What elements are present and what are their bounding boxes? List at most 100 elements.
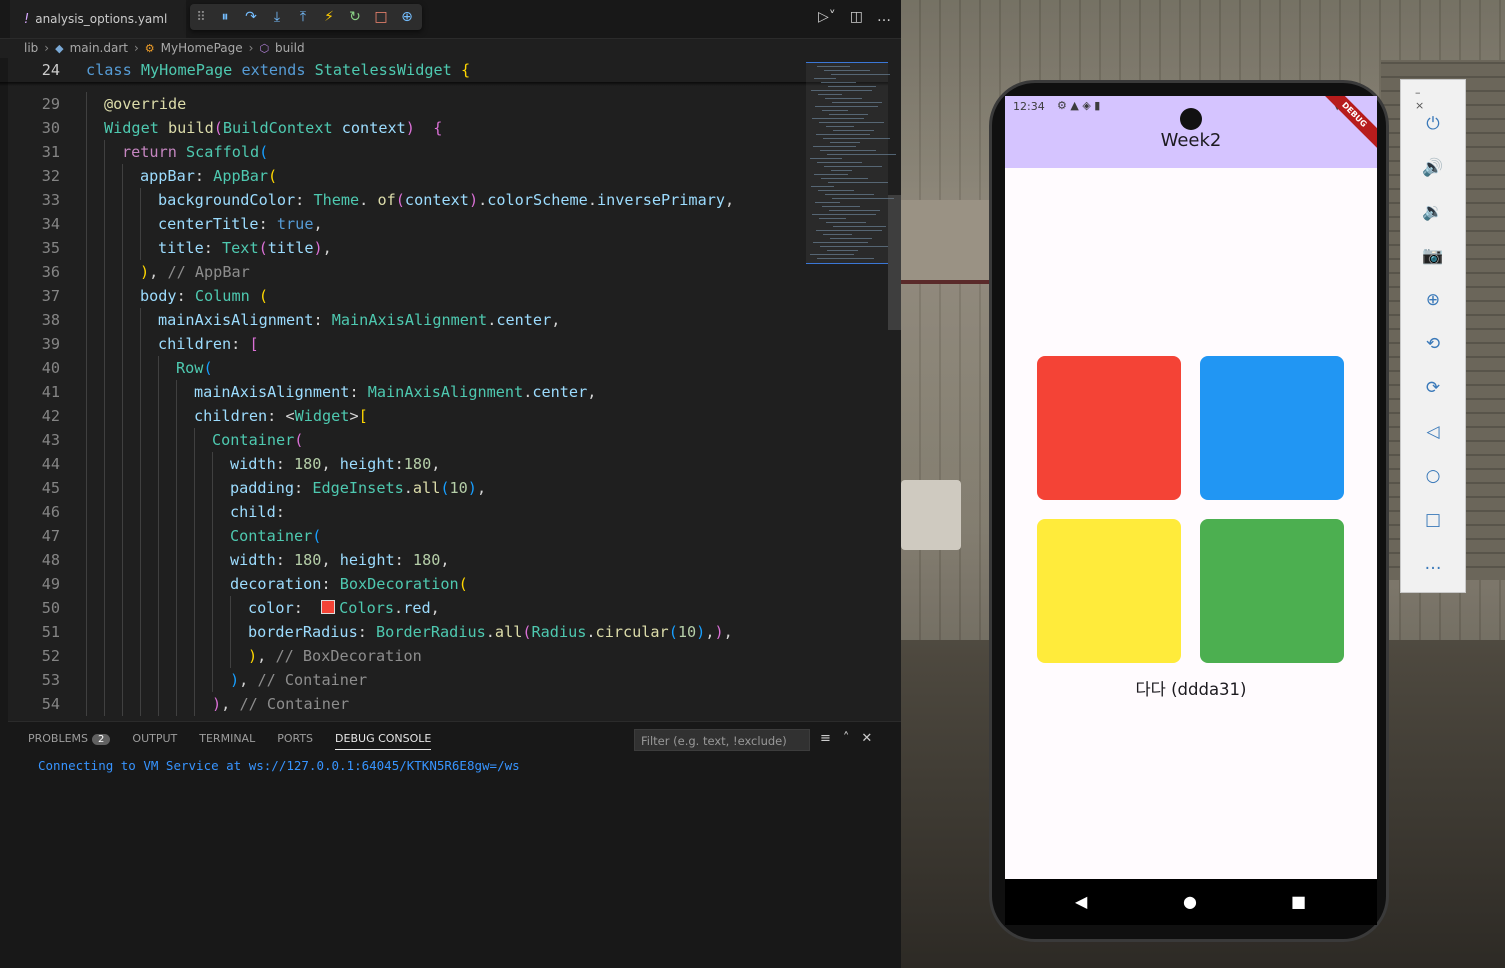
indent-guide (158, 572, 159, 596)
code-line[interactable]: 47 Container( (0, 524, 800, 548)
code-token: true (276, 215, 314, 233)
restart-icon[interactable]: ↻ (342, 9, 368, 25)
recents-nav-icon[interactable]: ■ (1291, 892, 1306, 911)
tab-terminal[interactable]: TERMINAL (199, 732, 255, 750)
code-line[interactable]: 39 children: [ (0, 332, 800, 356)
editor-tab[interactable]: ! analysis_options.yaml (10, 0, 186, 38)
home-nav-icon[interactable]: ● (1183, 892, 1197, 911)
code-line[interactable]: 53), // Container (0, 668, 800, 692)
code-line[interactable]: 34 centerTitle: true, (0, 212, 800, 236)
rotate-left-icon[interactable]: ⟲ (1401, 334, 1465, 354)
line-number: 45 (41, 479, 60, 497)
code-line[interactable]: 29 @override (0, 92, 800, 116)
code-line[interactable]: 33 backgroundColor: Theme. of(context).co… (0, 188, 800, 212)
devtools-icon[interactable]: ⊕ (394, 9, 420, 25)
back-icon[interactable]: ◁ (1401, 422, 1465, 442)
indent-guide (140, 500, 141, 524)
indent-guide (194, 668, 195, 692)
step-out-icon[interactable]: ⤒ (290, 9, 316, 25)
code-line[interactable]: 32 appBar: AppBar( (0, 164, 800, 188)
code-token: , (476, 479, 487, 497)
code-line[interactable]: 38 mainAxisAlignment: MainAxisAlignment.c… (0, 308, 800, 332)
code-text: children: [ (158, 332, 259, 356)
code-line[interactable]: 36), // AppBar (0, 260, 800, 284)
stop-icon[interactable]: □ (368, 9, 394, 25)
code-line[interactable]: 41 mainAxisAlignment: MainAxisAlignment.c… (0, 380, 800, 404)
indent-guide (104, 284, 105, 308)
editor-scrollbar[interactable] (888, 195, 901, 330)
breadcrumb-file[interactable]: main.dart (70, 41, 128, 55)
tab-problems[interactable]: PROBLEMS 2 (28, 732, 111, 750)
close-panel-icon[interactable]: ✕ (861, 731, 872, 746)
more-actions-icon[interactable]: … (877, 9, 891, 25)
run-debug-icon[interactable]: ▷˅ (818, 9, 836, 25)
code-text: centerTitle: true, (158, 212, 323, 236)
code-line[interactable]: 31 return Scaffold( (0, 140, 800, 164)
indent-guide (176, 428, 177, 452)
code-token: appBar (140, 167, 195, 185)
hot-reload-icon[interactable]: ⚡ (316, 9, 342, 25)
code-token: ) (696, 623, 706, 641)
home-icon[interactable]: ○ (1401, 466, 1465, 486)
line-number: 35 (41, 239, 60, 257)
volume-up-icon[interactable]: 🔊 (1401, 158, 1465, 178)
code-token: inversePrimary (597, 191, 726, 209)
clear-console-icon[interactable]: ≡ (820, 731, 831, 746)
phone-screen[interactable]: 12:34 ⚙ ▲ ◈ ▮ ▼ ▮ Week2 DEBUG 다다 (ddda31… (1005, 96, 1377, 879)
back-nav-icon[interactable]: ◀ (1075, 892, 1087, 911)
code-line[interactable]: 24 class MyHomePage extends StatelessWidg… (0, 58, 800, 82)
code-line[interactable]: 45 padding: EdgeInsets.all(10), (0, 476, 800, 500)
color-swatch-icon[interactable] (321, 600, 336, 614)
code-line[interactable]: 50 color: Colors.red, (0, 596, 800, 620)
split-editor-icon[interactable]: ◫ (850, 9, 863, 25)
code-text: backgroundColor: Theme. of(context).colo… (158, 188, 734, 212)
code-line[interactable]: 48 width: 180, height: 180, (0, 548, 800, 572)
indent-guide (122, 164, 123, 188)
code-line[interactable]: 49 decoration: BoxDecoration( (0, 572, 800, 596)
power-icon[interactable]: ⏻ (1401, 114, 1465, 134)
tab-output[interactable]: OUTPUT (132, 732, 177, 750)
code-line[interactable]: 54), // Container (0, 692, 800, 716)
more-icon[interactable]: … (1401, 554, 1465, 574)
code-token: ( (294, 431, 304, 449)
console-filter-input[interactable]: Filter (e.g. text, !exclude) (634, 729, 810, 751)
grip-icon[interactable]: ⠿ (190, 10, 212, 25)
code-line[interactable]: 37 body: Column ( (0, 284, 800, 308)
breadcrumb-method[interactable]: build (275, 41, 305, 55)
zoom-icon[interactable]: ⊕ (1401, 290, 1465, 310)
tab-debug-console[interactable]: DEBUG CONSOLE (335, 732, 432, 750)
red-box (1037, 356, 1181, 500)
volume-down-icon[interactable]: 🔉 (1401, 202, 1465, 222)
code-line[interactable]: 51 borderRadius: BorderRadius.all(Radius.… (0, 620, 800, 644)
rotate-right-icon[interactable]: ⟳ (1401, 378, 1465, 398)
indent-guide (212, 524, 213, 548)
indent-guide (86, 212, 87, 236)
code-line[interactable]: 35 title: Text(title), (0, 236, 800, 260)
code-line[interactable]: 52), // BoxDecoration (0, 644, 800, 668)
code-token: Widget (104, 119, 169, 137)
minimap-slider[interactable] (806, 62, 888, 264)
pause-icon[interactable]: ⏸ (212, 9, 238, 25)
method-icon: ⬡ (259, 41, 270, 55)
code-editor[interactable]: 24 class MyHomePage extends StatelessWidg… (0, 58, 888, 720)
code-token: : (275, 551, 295, 569)
breadcrumb-lib[interactable]: lib (24, 41, 38, 55)
code-line[interactable]: 42 children: <Widget>[ (0, 404, 800, 428)
code-token: return (122, 143, 187, 161)
code-line[interactable]: 43 Container( (0, 428, 800, 452)
maximize-panel-icon[interactable]: ˄ (843, 731, 850, 746)
window-controls[interactable]: – × (1415, 86, 1465, 112)
code-line[interactable]: 40 Row( (0, 356, 800, 380)
step-into-icon[interactable]: ⤓ (264, 9, 290, 25)
code-line[interactable]: 44 width: 180, height:180, (0, 452, 800, 476)
step-over-icon[interactable]: ↷ (238, 9, 264, 25)
breadcrumb-class[interactable]: MyHomePage (161, 41, 243, 55)
code-token: ( (440, 479, 450, 497)
code-text: appBar: AppBar( (140, 164, 277, 188)
code-line[interactable]: 30 Widget build(BuildContext context) { (0, 116, 800, 140)
indent-guide (140, 620, 141, 644)
overview-icon[interactable]: □ (1401, 510, 1465, 530)
code-line[interactable]: 46 child: (0, 500, 800, 524)
tab-ports[interactable]: PORTS (277, 732, 313, 750)
camera-icon[interactable]: 📷 (1401, 246, 1465, 266)
